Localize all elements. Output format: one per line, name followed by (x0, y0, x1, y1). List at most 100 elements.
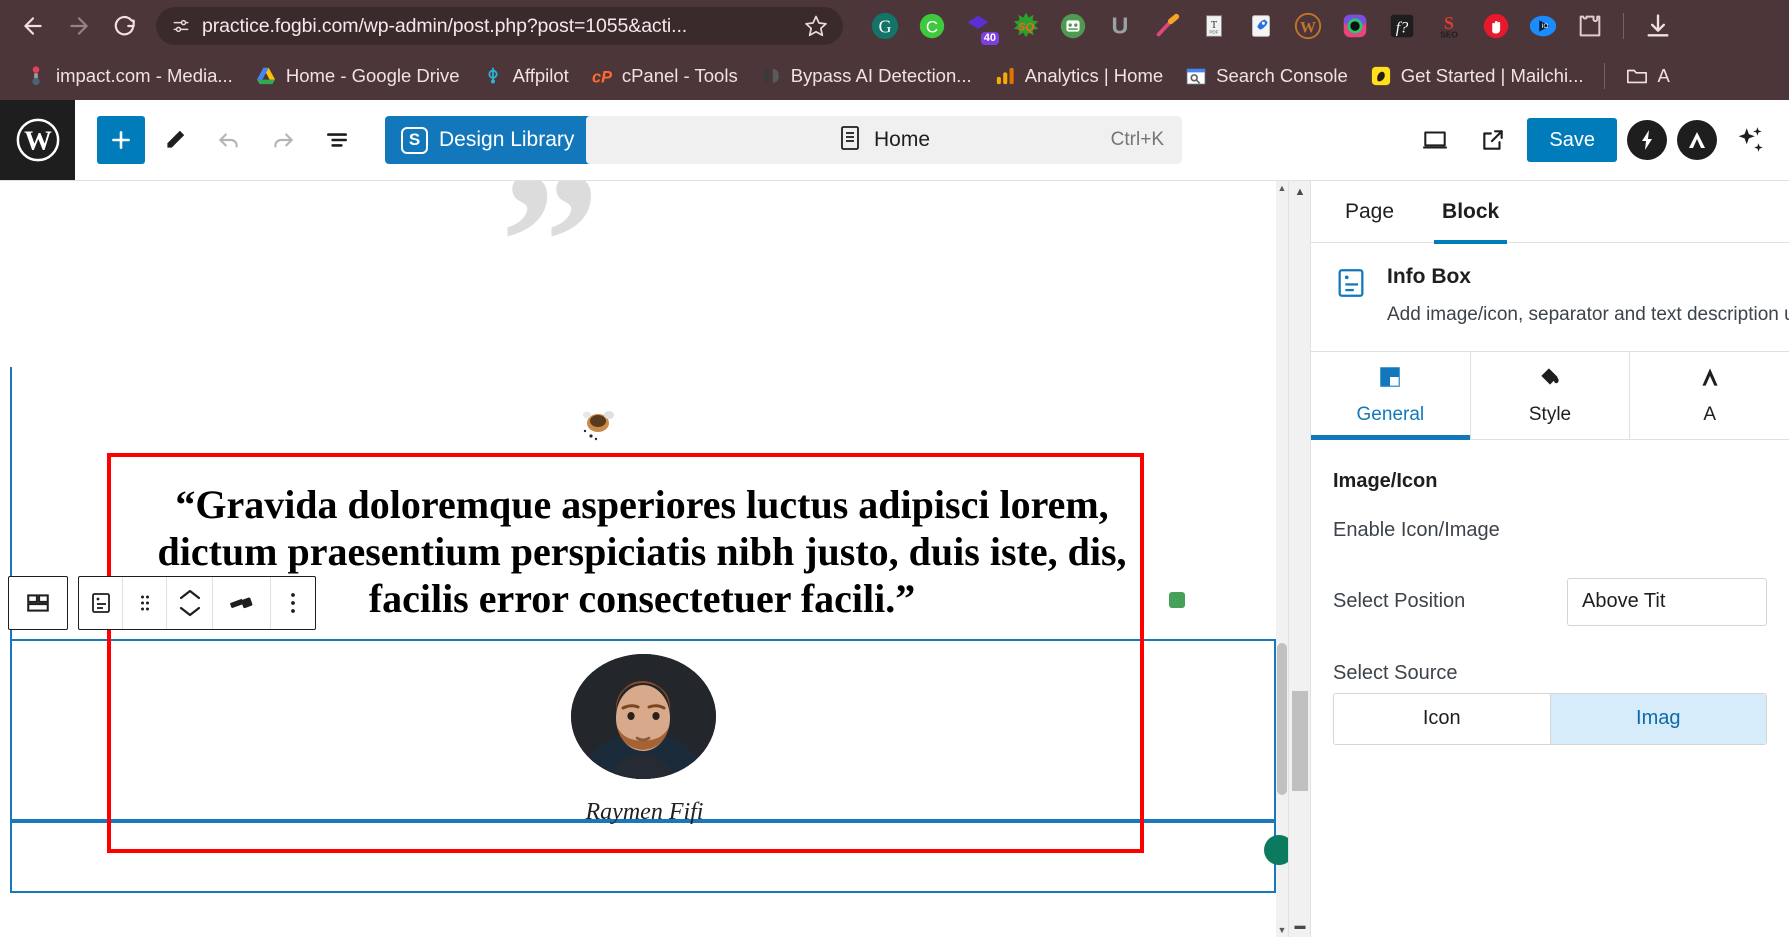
paintbrush-icon[interactable] (213, 577, 271, 629)
general-square-icon (1377, 364, 1403, 395)
vertical-dots-icon[interactable] (271, 577, 315, 629)
svg-text:cP: cP (592, 68, 612, 86)
field-select-position[interactable]: Select Position Above Tit (1311, 560, 1789, 644)
document-shortcut: Ctrl+K (1110, 129, 1164, 150)
rocket-extension-icon[interactable] (1237, 5, 1284, 47)
camera-extension-icon[interactable] (1331, 5, 1378, 47)
field-label: Enable Icon/Image (1333, 518, 1500, 541)
segment-icon[interactable]: Icon (1334, 693, 1551, 744)
bookmark-label: Analytics | Home (1024, 65, 1164, 86)
search-console-icon (1185, 65, 1207, 87)
bookmark-impact[interactable]: impact.com - Media... (14, 61, 244, 91)
editor-header: W S Design Library Home Ctrl+K Save (0, 100, 1789, 181)
select-position-dropdown[interactable]: Above Tit (1567, 577, 1767, 626)
bookmark-bypass-ai[interactable]: Bypass AI Detection... (749, 61, 983, 91)
field-enable-icon-image[interactable]: Enable Icon/Image (1311, 501, 1789, 560)
design-library-label: Design Library (439, 128, 575, 151)
block-card-title: Info Box (1387, 265, 1471, 288)
tab-page[interactable]: Page (1329, 181, 1410, 243)
u-extension-icon[interactable]: U (1096, 5, 1143, 47)
desktop-preview-icon[interactable] (1411, 116, 1459, 164)
address-bar[interactable]: practice.fogbi.com/wp-admin/post.php?pos… (156, 7, 843, 45)
sq-extension-icon[interactable]: SQ (1002, 5, 1049, 47)
wordpress-logo-icon[interactable]: W (0, 100, 75, 180)
sub-tab-style[interactable]: Style (1471, 351, 1631, 439)
colorpick-extension-icon[interactable] (1143, 5, 1190, 47)
inspector-tabs: Page Block (1311, 181, 1789, 244)
inspector-scrollbar[interactable]: ▲ ▬ (1289, 181, 1311, 937)
back-arrow-icon[interactable] (10, 6, 56, 46)
select-source-segmented: Icon Imag (1333, 692, 1767, 745)
svg-text:U: U (1111, 13, 1128, 39)
chevron-down-icon[interactable] (178, 605, 202, 618)
bookmark-analytics[interactable]: Analytics | Home (983, 61, 1174, 91)
grammarly-extension-icon[interactable]: G (861, 5, 908, 47)
robot-extension-icon[interactable] (1049, 5, 1096, 47)
astra-icon[interactable] (1677, 120, 1717, 160)
reload-icon[interactable] (102, 6, 148, 46)
seo-extension-icon[interactable]: S SEO (1425, 5, 1472, 47)
bookmark-mailchimp[interactable]: Get Started | Mailchi... (1359, 61, 1595, 91)
tab-block[interactable]: Block (1426, 181, 1515, 244)
view-site-icon[interactable] (1469, 116, 1517, 164)
document-overview-icon[interactable] (313, 116, 361, 164)
edit-pencil-icon[interactable] (151, 116, 199, 164)
tune-icon[interactable] (170, 15, 192, 37)
extension-strip: G C 40 SQ U T PDF W f? S SEO IO (861, 5, 1779, 47)
add-block-button[interactable] (97, 116, 145, 164)
bookmark-search-console[interactable]: Search Console (1174, 61, 1359, 91)
wordpress-extension-icon[interactable]: W (1284, 5, 1331, 47)
textfile-extension-icon[interactable]: T PDF (1190, 5, 1237, 47)
svg-text:SQ: SQ (1017, 22, 1034, 34)
c-extension-icon[interactable]: C (908, 5, 955, 47)
author-name[interactable]: Raymen Fifi (0, 799, 1288, 826)
forward-arrow-icon[interactable] (56, 6, 102, 46)
save-button[interactable]: Save (1527, 118, 1617, 162)
block-outline-lower[interactable] (10, 821, 1276, 893)
segment-image[interactable]: Imag (1550, 693, 1766, 744)
play-extension-icon[interactable]: IO (1519, 5, 1566, 47)
svg-text:PDF: PDF (1209, 30, 1218, 35)
document-title-bar[interactable]: Home Ctrl+K (586, 116, 1182, 164)
avatar[interactable] (571, 654, 716, 779)
info-box-icon[interactable] (79, 577, 123, 629)
sub-tab-general[interactable]: General (1311, 351, 1471, 440)
f-question-extension-icon[interactable]: f? (1378, 5, 1425, 47)
spectra-icon[interactable] (1627, 120, 1667, 160)
downloads-icon[interactable] (1634, 5, 1681, 47)
container-icon[interactable] (9, 577, 67, 629)
scroll-up-icon[interactable]: ▲ (1276, 181, 1288, 195)
svg-text:W: W (1300, 20, 1316, 37)
purple-stack-extension-icon[interactable]: 40 (955, 5, 1002, 47)
redo-icon[interactable] (259, 116, 307, 164)
bookmarks-bar: impact.com - Media... Home - Google Driv… (0, 52, 1789, 100)
bookmark-affpilot[interactable]: Affpilot (471, 61, 580, 91)
design-library-button[interactable]: S Design Library (385, 116, 595, 164)
bookmark-star-icon[interactable] (803, 13, 829, 39)
scroll-down-icon[interactable]: ▼ (1276, 923, 1288, 937)
document-title: Home (873, 128, 931, 151)
header-right-tools: Save (1411, 100, 1789, 180)
sub-tab-advanced[interactable]: A (1630, 352, 1789, 439)
bookmark-cpanel[interactable]: cP cPanel - Tools (580, 61, 749, 91)
bookmark-folder[interactable]: A (1615, 61, 1680, 91)
puzzle-extensions-icon[interactable] (1566, 5, 1613, 47)
inspector-scroll-down-icon[interactable]: ▬ (1289, 917, 1311, 935)
block-move-controls (167, 577, 213, 629)
ai-sparkle-icon[interactable] (1727, 116, 1775, 164)
drag-dots-icon[interactable] (123, 577, 167, 629)
canvas-scroll-thumb[interactable] (1277, 643, 1287, 795)
mailchimp-icon (1370, 65, 1392, 87)
extension-badge-count: 40 (980, 32, 999, 45)
chevron-up-icon[interactable] (178, 588, 202, 601)
section-title-image-icon: Image/Icon (1333, 469, 1438, 492)
inspector-scroll-up-icon[interactable]: ▲ (1289, 183, 1311, 201)
stophand-extension-icon[interactable] (1472, 5, 1519, 47)
bookmark-google-drive[interactable]: Home - Google Drive (244, 61, 471, 91)
sub-tab-label: A (1703, 404, 1717, 426)
undo-icon[interactable] (205, 116, 253, 164)
editor-canvas[interactable]: ” “Gravida doloremque asperiores luctus … (0, 181, 1289, 937)
advanced-icon (1697, 364, 1723, 395)
inspector-scroll-thumb[interactable] (1292, 691, 1308, 791)
sub-tab-label: Style (1528, 404, 1572, 426)
